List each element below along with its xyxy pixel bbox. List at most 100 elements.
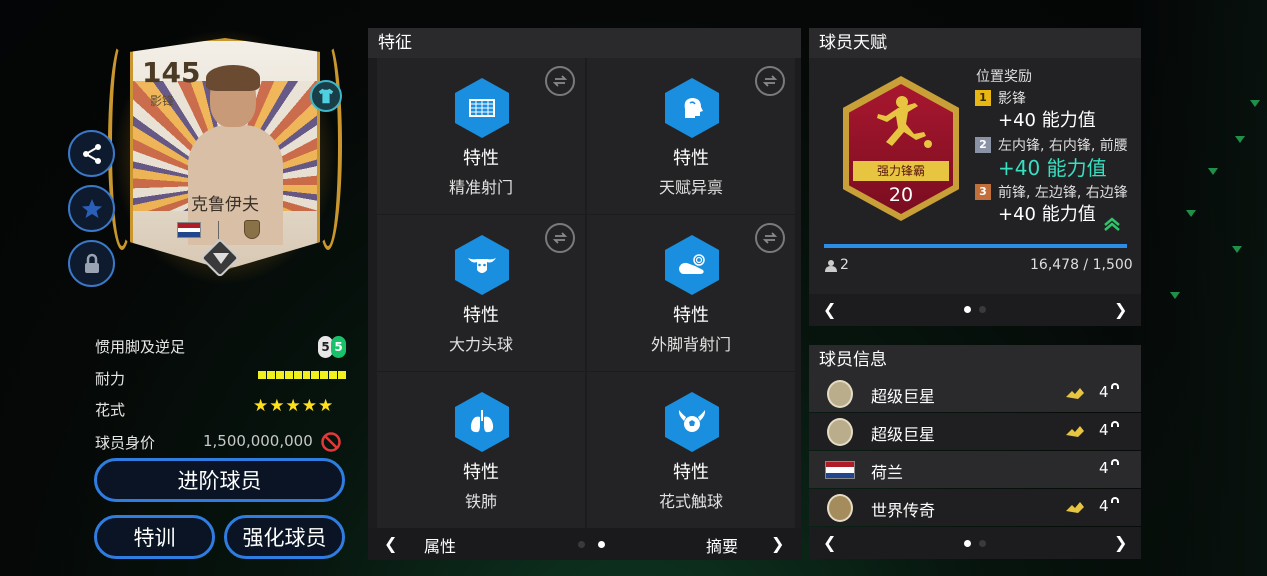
info-label: 荷兰 bbox=[871, 463, 904, 482]
lock-icon bbox=[84, 253, 99, 273]
info-label: 超级巨星 bbox=[871, 387, 936, 406]
value-label: 球员身价 bbox=[95, 434, 156, 452]
pager-left-arrow[interactable]: ❮ bbox=[384, 534, 397, 553]
bonus-positions: 影锋 bbox=[998, 91, 1026, 107]
info-label: 世界传奇 bbox=[871, 501, 936, 520]
superstar-badge-icon bbox=[827, 418, 853, 446]
trait-name: 花式触球 bbox=[658, 492, 723, 511]
info-pager: ❮ ❯ bbox=[809, 527, 1141, 559]
player-count-icon bbox=[825, 260, 837, 272]
boot-swirl-icon bbox=[665, 235, 719, 295]
traits-pager: ❮ 属性 摘要 ❯ bbox=[368, 528, 801, 560]
trait-card[interactable]: 特性 铁肺 bbox=[377, 372, 585, 528]
talent-level: 20 bbox=[888, 184, 914, 206]
decor-triangle bbox=[1208, 168, 1218, 175]
player-position: 影锋 bbox=[150, 94, 175, 108]
trait-card[interactable]: 特性 外脚背射门 bbox=[587, 215, 795, 371]
pager-left-arrow[interactable]: ❮ bbox=[823, 300, 836, 319]
swap-icon[interactable] bbox=[755, 223, 785, 253]
attributes-tab[interactable]: 属性 bbox=[424, 533, 456, 557]
pager-right-arrow[interactable]: ❯ bbox=[1114, 300, 1127, 319]
swap-icon[interactable] bbox=[755, 66, 785, 96]
info-count: 4 bbox=[1099, 459, 1109, 477]
summary-tab[interactable]: 摘要 bbox=[706, 533, 738, 557]
decor-triangle bbox=[1235, 136, 1245, 143]
trait-name: 铁肺 bbox=[464, 492, 497, 511]
bonus-value: +40 能力值 bbox=[998, 204, 1096, 225]
weak-foot-row: 惯用脚及逆足 bbox=[95, 336, 345, 356]
trait-name: 精准射门 bbox=[448, 178, 513, 197]
head-profile-icon bbox=[665, 78, 719, 138]
card-divider bbox=[218, 221, 219, 239]
superstar-badge-icon bbox=[827, 380, 853, 408]
lock-button[interactable] bbox=[68, 240, 115, 287]
goal-net-icon bbox=[455, 78, 509, 138]
info-row[interactable]: 荷兰 4 bbox=[809, 451, 1141, 488]
decor-triangle bbox=[1250, 100, 1260, 107]
kit-shirt-icon[interactable] bbox=[310, 80, 342, 112]
bull-icon bbox=[455, 235, 509, 295]
favorite-button[interactable] bbox=[68, 185, 115, 232]
trait-title: 特性 bbox=[673, 462, 709, 483]
netherlands-flag-icon bbox=[177, 222, 201, 238]
trait-name: 天赋异禀 bbox=[658, 178, 723, 197]
player-name: 克鲁伊夫 bbox=[191, 195, 259, 215]
laurel-right bbox=[314, 40, 342, 250]
talent-badge-name: 强力锋霸 bbox=[853, 161, 949, 181]
swap-icon[interactable] bbox=[545, 223, 575, 253]
stamina-segment bbox=[293, 371, 302, 379]
trait-title: 特性 bbox=[463, 305, 499, 326]
info-row[interactable]: 世界传奇 4 bbox=[809, 489, 1141, 526]
weak-foot-badge: 5 5 bbox=[318, 336, 346, 358]
trait-title: 特性 bbox=[463, 462, 499, 483]
page-dot-active bbox=[598, 541, 605, 548]
trait-card[interactable]: 特性 花式触球 bbox=[587, 372, 795, 528]
trait-card[interactable]: 特性 天赋异禀 bbox=[587, 58, 795, 214]
stamina-segment bbox=[320, 371, 329, 379]
decor-triangle bbox=[1170, 292, 1180, 299]
pager-left-arrow[interactable]: ❮ bbox=[823, 533, 836, 552]
trait-card[interactable]: 特性 精准射门 bbox=[377, 58, 585, 214]
train-button[interactable]: 特训 bbox=[94, 515, 215, 559]
stamina-bar bbox=[258, 371, 347, 379]
talent-progress-bar bbox=[824, 244, 1127, 248]
netherlands-flag-icon bbox=[825, 461, 855, 479]
winged-ball-icon bbox=[665, 392, 719, 452]
talent-pager: ❮ ❯ bbox=[809, 294, 1141, 326]
cheer-icon bbox=[1066, 426, 1084, 437]
striker-kick-icon bbox=[877, 96, 932, 148]
swap-icon[interactable] bbox=[545, 66, 575, 96]
position-bonus-title: 位置奖励 bbox=[976, 69, 1032, 85]
stamina-segment bbox=[329, 371, 338, 379]
star-icon bbox=[81, 198, 102, 218]
bonus-rank-badge: 1 bbox=[975, 90, 991, 106]
stamina-segment bbox=[284, 371, 293, 379]
promote-button[interactable]: 进阶球员 bbox=[94, 458, 345, 502]
share-icon bbox=[82, 143, 101, 164]
page-dot-active bbox=[964, 540, 971, 547]
enhance-button[interactable]: 强化球员 bbox=[224, 515, 345, 559]
player-rating: 145 bbox=[142, 56, 201, 89]
player-value: 1,500,000,000 bbox=[203, 432, 313, 450]
stamina-segment bbox=[275, 371, 284, 379]
page-dot-active bbox=[964, 306, 971, 313]
share-button[interactable] bbox=[68, 130, 115, 177]
player-count: 2 bbox=[840, 257, 849, 273]
background-pitch-edge bbox=[1127, 0, 1267, 576]
cheer-icon bbox=[1066, 388, 1084, 399]
trait-card[interactable]: 特性 大力头球 bbox=[377, 215, 585, 371]
cheer-icon bbox=[1066, 502, 1084, 513]
no-trade-icon bbox=[321, 432, 341, 452]
bonus-value-highlighted: +40 能力值 bbox=[998, 156, 1107, 180]
trait-title: 特性 bbox=[673, 305, 709, 326]
info-row[interactable]: 超级巨星 4 bbox=[809, 375, 1141, 412]
skill-stars: ★★★★★ bbox=[253, 396, 335, 416]
talent-panel-title: 球员天赋 bbox=[809, 28, 1141, 58]
info-count: 4 bbox=[1099, 497, 1109, 515]
weak-foot-label: 惯用脚及逆足 bbox=[95, 338, 186, 356]
info-row[interactable]: 超级巨星 4 bbox=[809, 413, 1141, 450]
stamina-segment bbox=[302, 371, 311, 379]
upgrade-chevron-icon bbox=[1104, 217, 1120, 231]
pager-right-arrow[interactable]: ❯ bbox=[771, 534, 784, 553]
pager-right-arrow[interactable]: ❯ bbox=[1114, 533, 1127, 552]
